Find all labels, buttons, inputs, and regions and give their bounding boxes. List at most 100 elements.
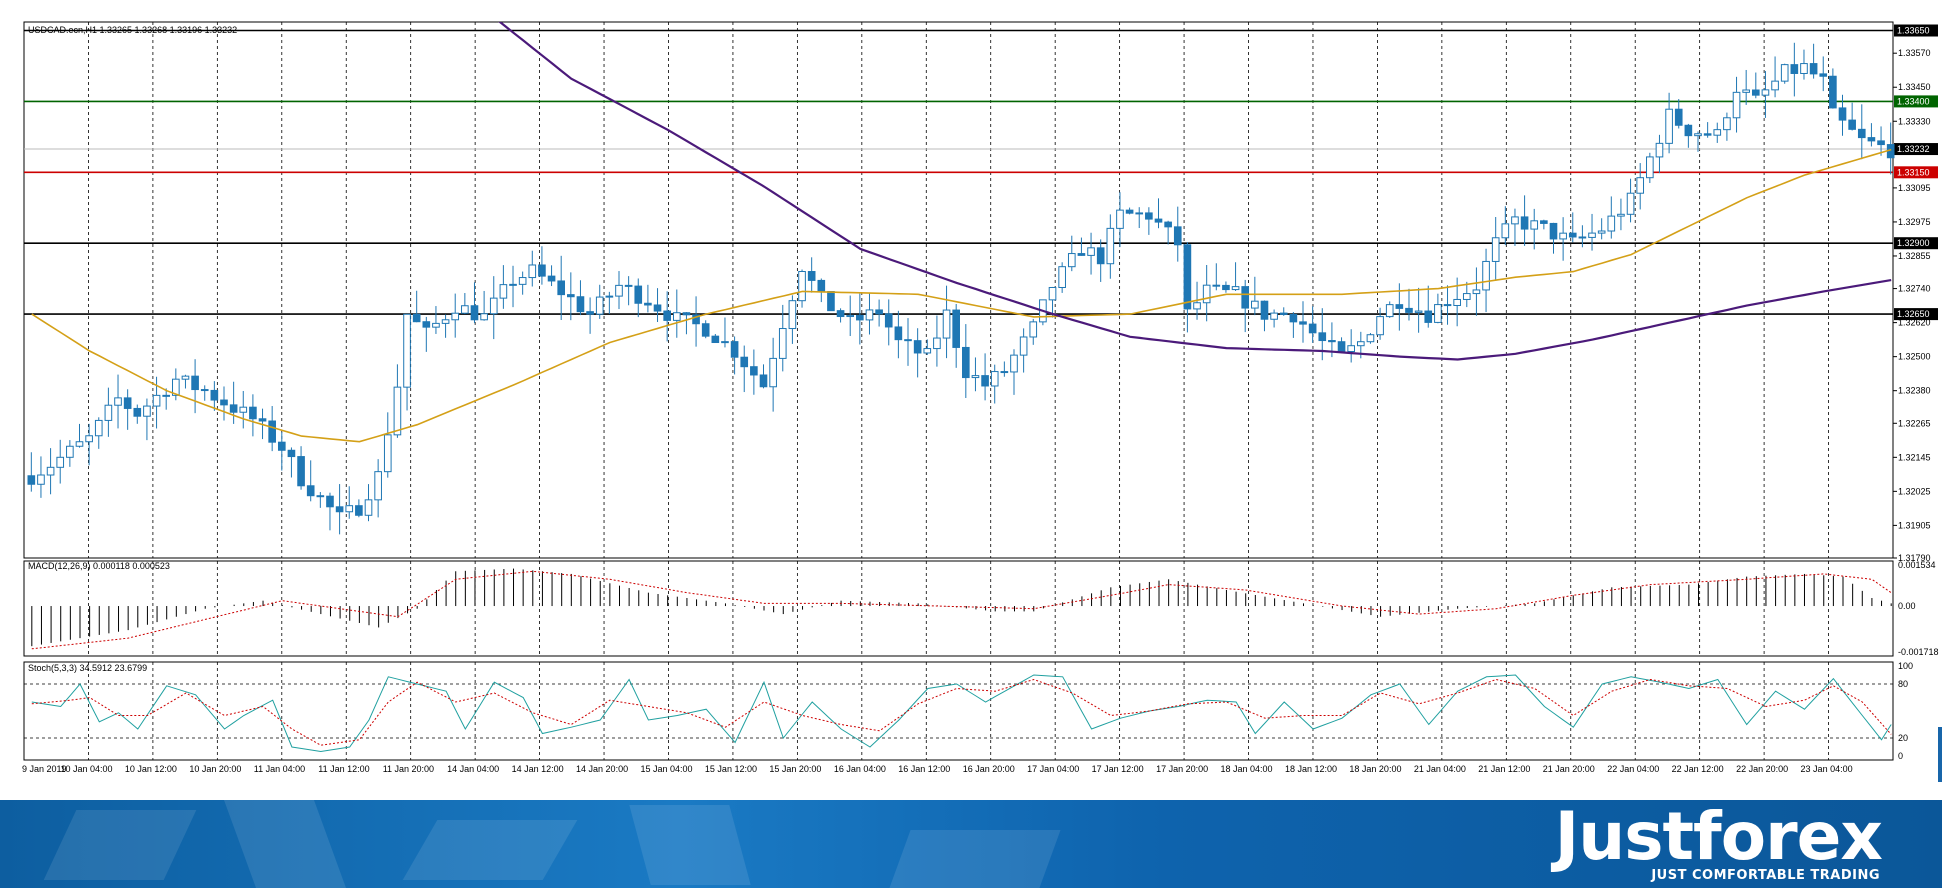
candle-body	[326, 495, 334, 508]
decor-shard	[402, 820, 578, 880]
x-tick-label: 21 Jan 12:00	[1478, 764, 1530, 774]
candle-body	[807, 271, 816, 281]
candle-body	[489, 297, 498, 315]
candle-body	[1530, 220, 1539, 230]
candle-body	[287, 449, 296, 458]
x-tick-label: 16 Jan 20:00	[963, 764, 1015, 774]
candle-body	[480, 313, 488, 321]
candle-body	[1511, 216, 1519, 225]
candle-body	[1251, 300, 1259, 309]
candle-body	[306, 485, 315, 497]
candle-body	[1116, 209, 1124, 229]
candle-body	[1337, 341, 1346, 352]
candle-body	[1154, 218, 1163, 223]
x-tick-label: 15 Jan 04:00	[640, 764, 692, 774]
candle-body	[412, 313, 421, 323]
chart-header: USDCAD.ecn,H1 1.33265 1.33268 1.33196 1.…	[28, 25, 237, 35]
candle-body	[557, 280, 566, 296]
brand-logo: Justforex	[1554, 800, 1883, 875]
candle-body	[1385, 304, 1394, 318]
x-tick-label: 11 Jan 04:00	[254, 764, 305, 774]
candle-body	[1356, 341, 1365, 347]
y-tick-label: 1.32500	[1898, 352, 1931, 362]
candle-body	[258, 418, 267, 422]
candle-body	[46, 466, 55, 476]
candle-body	[1241, 286, 1250, 309]
candle-body	[335, 506, 344, 513]
candle-body	[162, 394, 171, 397]
candle-body	[1231, 286, 1240, 291]
candle-body	[788, 300, 797, 330]
macd-y-tick-label: 0.001534	[1898, 560, 1936, 570]
candle-body	[152, 394, 161, 407]
candle-body	[345, 505, 354, 513]
candle-body	[1270, 312, 1278, 320]
candle-body	[1299, 321, 1307, 325]
x-tick-label: 14 Jan 12:00	[512, 764, 564, 774]
candle-body	[1164, 221, 1172, 228]
x-tick-label: 11 Jan 12:00	[318, 764, 369, 774]
candle-body	[1877, 140, 1885, 146]
x-tick-label: 17 Jan 12:00	[1092, 764, 1144, 774]
candle-body	[1780, 64, 1789, 82]
x-tick-label: 14 Jan 04:00	[447, 764, 499, 774]
candle-body	[509, 283, 517, 286]
candle-body	[1809, 63, 1818, 75]
y-tick-label: 1.32025	[1898, 486, 1931, 496]
candle-body	[576, 296, 585, 313]
level-label: 1.32900	[1897, 238, 1930, 248]
candle-body	[114, 397, 122, 406]
candle-body	[364, 499, 373, 516]
footer-banner: Justforex JUST COMFORTABLE TRADING	[0, 800, 1942, 888]
candle-body	[461, 305, 469, 314]
candle-body	[229, 404, 238, 413]
x-tick-label: 18 Jan 20:00	[1349, 764, 1401, 774]
candle-body	[85, 435, 93, 443]
candle-body	[1376, 316, 1384, 336]
candle-body	[200, 389, 209, 392]
candle-body	[1761, 89, 1770, 96]
stoch-y-tick-label: 100	[1898, 661, 1913, 671]
candle-body	[942, 309, 951, 339]
candle-body	[586, 311, 594, 315]
x-tick-label: 16 Jan 04:00	[834, 764, 886, 774]
candle-body	[846, 314, 855, 318]
candle-body	[1559, 232, 1567, 240]
y-tick-label: 1.32145	[1898, 452, 1931, 462]
candle-body	[663, 310, 671, 321]
candle-body	[1289, 313, 1298, 323]
y-tick-label: 1.31905	[1898, 520, 1931, 530]
candle-body	[499, 284, 508, 299]
candle-body	[653, 304, 662, 312]
candle-body	[316, 495, 325, 498]
candle-body	[971, 375, 980, 379]
candle-body	[856, 314, 864, 321]
candle-body	[143, 405, 151, 417]
candle-body	[981, 375, 989, 387]
candle-body	[605, 295, 614, 298]
x-tick-label: 21 Jan 20:00	[1543, 764, 1595, 774]
x-tick-label: 22 Jan 12:00	[1672, 764, 1724, 774]
candle-body	[1838, 107, 1847, 121]
candle-body	[1222, 284, 1230, 291]
candle-body	[1867, 137, 1876, 142]
candle-body	[1462, 293, 1471, 300]
candle-body	[210, 389, 219, 401]
candle-body	[1636, 177, 1645, 194]
x-tick-label: 18 Jan 12:00	[1285, 764, 1337, 774]
candle-body	[1328, 340, 1336, 343]
candle-body	[94, 419, 103, 437]
candle-body	[383, 434, 392, 473]
candle-body	[1857, 128, 1866, 139]
candle-body	[634, 285, 643, 304]
candle-body	[894, 326, 903, 341]
candle-body	[422, 321, 431, 328]
candle-body	[1800, 63, 1808, 74]
candle-body	[277, 441, 286, 451]
candle-body	[962, 346, 970, 379]
candle-body	[1520, 216, 1529, 230]
decor-shard	[629, 805, 751, 885]
candle-body	[1443, 304, 1452, 307]
x-tick-label: 23 Jan 04:00	[1801, 764, 1853, 774]
candle-body	[750, 366, 758, 376]
